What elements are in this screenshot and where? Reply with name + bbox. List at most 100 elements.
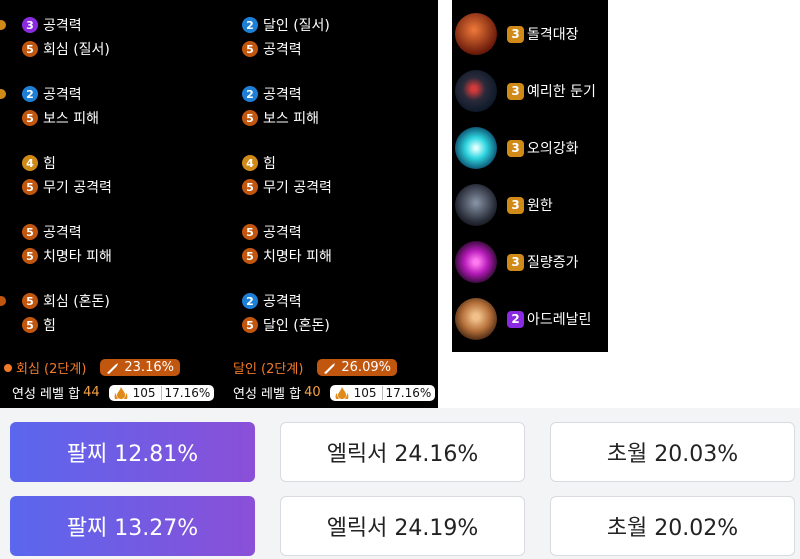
- engraving-row: 3 돌격대장: [455, 13, 579, 55]
- elixir-result-button[interactable]: 엘릭서 24.19%: [280, 496, 525, 556]
- stat-count: 105: [132, 385, 156, 400]
- effect-line: 4힘: [242, 151, 332, 175]
- engraving-row: 3 원한: [455, 184, 553, 226]
- stat-percent: 17.16%: [160, 385, 210, 400]
- engraving-row: 3 오의강화: [455, 127, 579, 169]
- transcend-result-button[interactable]: 초월 20.03%: [550, 422, 795, 482]
- effect-label: 힘: [43, 318, 56, 334]
- flame-icon: [335, 386, 349, 399]
- level-sum-label: 연성 레벨 합: [12, 387, 81, 402]
- engraving-name: 오의강화: [527, 141, 579, 157]
- effect-group: 2 공격력 5 달인 (혼돈): [242, 289, 330, 337]
- level-badge: 5: [22, 110, 38, 126]
- engraving-row: 3 질량증가: [455, 241, 579, 283]
- effect-label: 공격력: [263, 87, 302, 103]
- effect-line: 5 보스 피해: [242, 106, 319, 130]
- level-badge: 5: [22, 317, 38, 333]
- level-badge: 5: [22, 224, 38, 240]
- effect-line: 5 공격력: [22, 220, 112, 244]
- sword-icon: [324, 362, 336, 374]
- effect-group: 2 공격력 5 보스 피해: [242, 82, 319, 130]
- level-badge: 5: [242, 224, 258, 240]
- effect-label: 무기 공격력: [263, 180, 332, 196]
- panel-divider: [438, 0, 452, 408]
- level-sum-label: 연성 레벨 합: [233, 387, 302, 402]
- effect-line: 2 공격력: [242, 289, 330, 313]
- effect-line: 3 공격력: [22, 13, 110, 37]
- stat-count: 105: [353, 385, 377, 400]
- effect-line: 2 공격력: [242, 82, 319, 106]
- level-badge: 2: [242, 293, 258, 309]
- effect-line: 2 달인 (질서): [242, 13, 330, 37]
- level-badge: 4: [22, 155, 38, 171]
- level-badge: 2: [22, 86, 38, 102]
- effect-group: 4힘 5 무기 공격력: [242, 151, 332, 199]
- engraving-name: 돌격대장: [527, 27, 579, 43]
- engraving-name: 예리한 둔기: [527, 84, 596, 100]
- tier-name: 달인 (2단계): [233, 362, 304, 377]
- level-badge: 4: [242, 155, 258, 171]
- effect-label: 보스 피해: [263, 111, 319, 127]
- effect-line: 5 공격력: [242, 37, 330, 61]
- engraving-name: 질량증가: [527, 255, 579, 271]
- effect-label: 공격력: [263, 42, 302, 58]
- effect-label: 공격력: [263, 225, 302, 241]
- level-badge: 5: [22, 248, 38, 264]
- level-badge: 5: [242, 248, 258, 264]
- effect-line: 5 회심 (질서): [22, 37, 110, 61]
- effect-label: 힘: [43, 156, 56, 172]
- effect-label: 회심 (질서): [43, 42, 110, 58]
- tier-percent-pill: 23.16%: [100, 359, 180, 376]
- elixir-result-button[interactable]: 엘릭서 24.16%: [280, 422, 525, 482]
- level-badge: 5: [242, 179, 258, 195]
- mass-increase-icon: [455, 241, 497, 283]
- sword-icon: [107, 362, 119, 374]
- effect-line: 5 무기 공격력: [242, 175, 332, 199]
- edge-indicator: [4, 363, 12, 372]
- engraving-row: 2 아드레날린: [455, 298, 591, 340]
- effect-group: 2 달인 (질서) 5 공격력: [242, 13, 330, 61]
- tier-percent: 23.16%: [124, 360, 174, 375]
- effect-label: 공격력: [43, 18, 82, 34]
- bracelet-result-button[interactable]: 팔찌 12.81%: [10, 422, 255, 482]
- effect-group: 5 공격력 5 치명타 피해: [22, 220, 112, 268]
- accessory-panel: [0, 0, 438, 408]
- effect-group: 2 공격력 5 보스 피해: [0, 82, 99, 130]
- engraving-level: 3: [507, 253, 524, 271]
- effect-label: 공격력: [263, 294, 302, 310]
- adrenaline-icon: [455, 298, 497, 340]
- level-badge: 5: [22, 293, 38, 309]
- engraving-level: 3: [507, 139, 524, 157]
- effect-label: 치명타 피해: [263, 249, 332, 265]
- tier-summary: 달인 (2단계) 26.09%: [233, 358, 397, 377]
- effect-label: 회심 (혼돈): [43, 294, 110, 310]
- level-summary: 연성 레벨 합 40 105 17.16%: [233, 383, 436, 402]
- tier-name: 회심 (2단계): [16, 362, 87, 377]
- effect-line: 5힘: [22, 313, 110, 337]
- effect-label: 힘: [263, 156, 276, 172]
- effect-label: 달인 (질서): [263, 18, 330, 34]
- level-sum-value: 40: [304, 385, 321, 400]
- engraving-level: 3: [507, 25, 524, 43]
- charge-captain-icon: [455, 13, 497, 55]
- level-sum-value: 44: [83, 385, 100, 400]
- effect-line: 5 무기 공격력: [22, 175, 112, 199]
- esoteric-icon: [455, 127, 497, 169]
- level-summary: 연성 레벨 합 44 105 17.16%: [12, 383, 215, 402]
- effect-group: 3 공격력 5 회심 (질서): [0, 13, 110, 61]
- level-badge: 2: [242, 86, 258, 102]
- engraving-row: 3 예리한 둔기: [455, 70, 596, 112]
- effect-label: 치명타 피해: [43, 249, 112, 265]
- level-badge: 5: [242, 110, 258, 126]
- level-badge: 5: [242, 41, 258, 57]
- transcend-result-button[interactable]: 초월 20.02%: [550, 496, 795, 556]
- level-badge: 5: [22, 179, 38, 195]
- level-badge: 5: [22, 41, 38, 57]
- bracelet-result-button[interactable]: 팔찌 13.27%: [10, 496, 255, 556]
- stat-pill: 105 17.16%: [108, 384, 215, 401]
- effect-line: 2 공격력: [22, 82, 99, 106]
- stat-percent: 17.16%: [381, 385, 431, 400]
- tier-percent: 26.09%: [341, 360, 391, 375]
- level-badge: 3: [22, 17, 38, 33]
- effect-label: 달인 (혼돈): [263, 318, 330, 334]
